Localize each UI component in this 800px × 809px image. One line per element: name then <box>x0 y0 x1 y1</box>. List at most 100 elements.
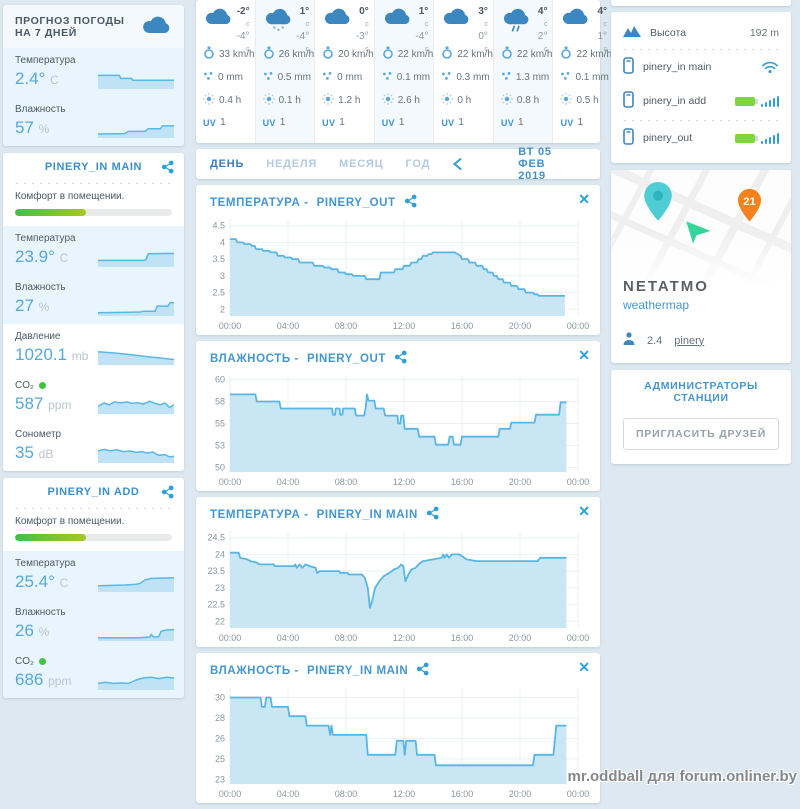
charts-container: ТЕМПЕРАТУРА - PINERY_OUT ✕ 4.5 4 3.5 3 2.5 2 0… <box>196 185 600 803</box>
battery-icon <box>734 133 758 143</box>
share-icon[interactable] <box>416 662 429 679</box>
svg-text:16:00: 16:00 <box>451 633 474 643</box>
share-icon[interactable] <box>161 160 174 177</box>
metric-unit: C <box>59 251 69 265</box>
forecast-day-column[interactable]: 4° c 1° c 22 km/h 0.1 mm 0.5 h UV 1 <box>552 0 612 143</box>
module-row[interactable]: pinery_in add <box>611 84 791 118</box>
uv-label: UV <box>560 117 574 128</box>
svg-text:28: 28 <box>215 713 225 723</box>
svg-text:20:00: 20:00 <box>509 633 532 643</box>
day-low-temp: 2° <box>537 31 548 42</box>
tab-week[interactable]: НЕДЕЛЯ <box>266 158 317 170</box>
altitude-value: 192 m <box>749 26 779 39</box>
uv-label: UV <box>500 117 514 128</box>
share-icon[interactable] <box>426 506 439 523</box>
day-high-temp: 3° <box>478 6 488 17</box>
module-row[interactable]: pinery_in main <box>611 50 791 84</box>
metric-row[interactable]: Сонометр 35 dB <box>3 422 184 471</box>
chart-card: ВЛАЖНОСТЬ - PINERY_OUT ✕ 60 58 55 53 50 00:00… <box>196 341 600 491</box>
forecast-strip: -2° c -4° c 33 km/h 0 mm 0.4 h UV 1 1° c … <box>196 0 612 143</box>
share-icon[interactable] <box>404 194 417 211</box>
module-device-icon <box>623 57 634 77</box>
sun-icon <box>381 93 394 108</box>
forecast-day-column[interactable]: 4° c 2° c 22 km/h 1.3 mm 0.8 h UV 1 <box>492 0 553 143</box>
orange-station-pin-icon[interactable]: 21 <box>736 187 763 229</box>
precipitation-icon <box>382 71 393 84</box>
day-wind: 22 km/h <box>576 48 613 60</box>
metric-sparkline <box>97 116 174 138</box>
tab-month[interactable]: МЕСЯЦ <box>339 158 383 170</box>
chart-card: ТЕМПЕРАТУРА - PINERY_IN MAIN ✕ 24.5 24 23.… <box>196 497 600 647</box>
close-icon[interactable]: ✕ <box>578 348 590 362</box>
sun-icon <box>500 93 513 108</box>
uv-label: UV <box>322 117 336 128</box>
metric-sparkline <box>97 441 175 463</box>
svg-text:58: 58 <box>215 396 225 406</box>
share-icon[interactable] <box>394 350 407 367</box>
metric-row[interactable]: Давление 1020.1 mb <box>3 324 184 373</box>
metric-row[interactable]: Температура 23.9° C <box>3 226 184 275</box>
forecast-day-column[interactable]: -2° c -4° c 33 km/h 0 mm 0.4 h UV 1 <box>196 0 255 143</box>
metric-row[interactable]: Влажность 57 % <box>3 97 184 146</box>
close-icon[interactable]: ✕ <box>578 192 590 206</box>
svg-text:00:00: 00:00 <box>567 477 590 487</box>
forecast-day-column[interactable]: 1° c -4° c 22 km/h 0.1 mm 2.6 h UV 1 <box>373 0 434 143</box>
close-icon[interactable]: ✕ <box>578 504 590 518</box>
module-row[interactable]: pinery_out <box>611 121 791 155</box>
close-icon[interactable]: ✕ <box>578 660 590 674</box>
forecast-day-column[interactable]: 1° c -4° c 26 km/h 0.5 mm 0.1 h UV 1 <box>254 0 315 143</box>
metric-row[interactable]: CO₂ 686 ppm <box>3 649 184 698</box>
wind-gauge-icon <box>322 46 334 62</box>
precipitation-icon <box>501 71 512 84</box>
day-precip: 0.1 mm <box>575 72 609 83</box>
share-icon[interactable] <box>161 485 174 502</box>
prev-day-chevron-icon[interactable] <box>452 157 463 171</box>
svg-text:50: 50 <box>215 463 225 473</box>
comfort-bar <box>15 209 172 216</box>
metric-unit: dB <box>38 447 54 461</box>
weathermap-link[interactable]: weathermap <box>623 298 779 312</box>
svg-text:23.5: 23.5 <box>207 566 225 576</box>
svg-text:3: 3 <box>220 271 225 281</box>
chart-plot-area: 24.5 24 23.5 23 22.5 22 00:00 04:00 08:00 12:00 16… <box>202 525 594 645</box>
metric-sparkline <box>98 619 175 641</box>
module-title: PINERY_IN ADD <box>3 478 184 506</box>
svg-text:60: 60 <box>215 374 225 384</box>
forecast-day-column[interactable]: 3° c 0° c 22 km/h 0.3 mm 0 h UV 1 <box>433 0 493 143</box>
metric-row[interactable]: Температура 25.4° C <box>3 551 184 600</box>
metric-value: 2.4° <box>15 69 46 88</box>
svg-text:25: 25 <box>215 754 225 764</box>
metric-sparkline <box>97 343 175 365</box>
current-date[interactable]: ВТ 05 ФЕВ 2019 <box>518 146 561 182</box>
owner-station-link[interactable]: pinery <box>674 335 704 347</box>
comfort-section: Комфорт в помещении. <box>3 509 184 551</box>
metric-unit: % <box>38 300 50 314</box>
temp-unit: c <box>365 21 369 28</box>
metric-row[interactable]: Влажность 27 % <box>3 275 184 324</box>
signal-bars-icon <box>760 132 779 144</box>
day-high-temp: 1° <box>299 6 310 17</box>
day-wind: 22 km/h <box>397 48 434 60</box>
svg-text:08:00: 08:00 <box>335 789 358 799</box>
tab-year[interactable]: ГОД <box>406 158 431 170</box>
metric-sparkline <box>97 294 174 316</box>
chart-plot-area: 30 28 26 25 23 00:00 04:00 08:00 12:00 16:00 20:00… <box>202 681 594 801</box>
metric-row[interactable]: Температура 2.4° C <box>3 48 184 97</box>
svg-text:30: 30 <box>215 693 225 703</box>
metric-row[interactable]: Влажность 26 % <box>3 600 184 649</box>
invite-friends-button[interactable]: ПРИГЛАСИТЬ ДРУЗЕЙ <box>623 418 779 450</box>
tab-day[interactable]: ДЕНЬ <box>210 158 244 170</box>
chart-station-name: PINERY_OUT <box>316 196 396 209</box>
metric-sparkline <box>97 570 175 592</box>
teal-location-pin-icon[interactable] <box>643 182 673 227</box>
netatmo-brand: NETATMO weathermap <box>611 278 791 312</box>
svg-text:23: 23 <box>215 774 225 784</box>
svg-text:00:00: 00:00 <box>219 477 242 487</box>
metric-row[interactable]: CO₂ 587 ppm <box>3 373 184 422</box>
day-precip: 0 mm <box>218 72 243 83</box>
map-preview[interactable]: 21 <box>611 170 791 288</box>
sun-icon <box>560 93 573 108</box>
day-high-temp: 1° <box>418 6 429 17</box>
wifi-icon <box>761 61 779 74</box>
forecast-day-column[interactable]: 0° c -3° c 20 km/h 0 mm 1.2 h UV 1 <box>314 0 374 143</box>
